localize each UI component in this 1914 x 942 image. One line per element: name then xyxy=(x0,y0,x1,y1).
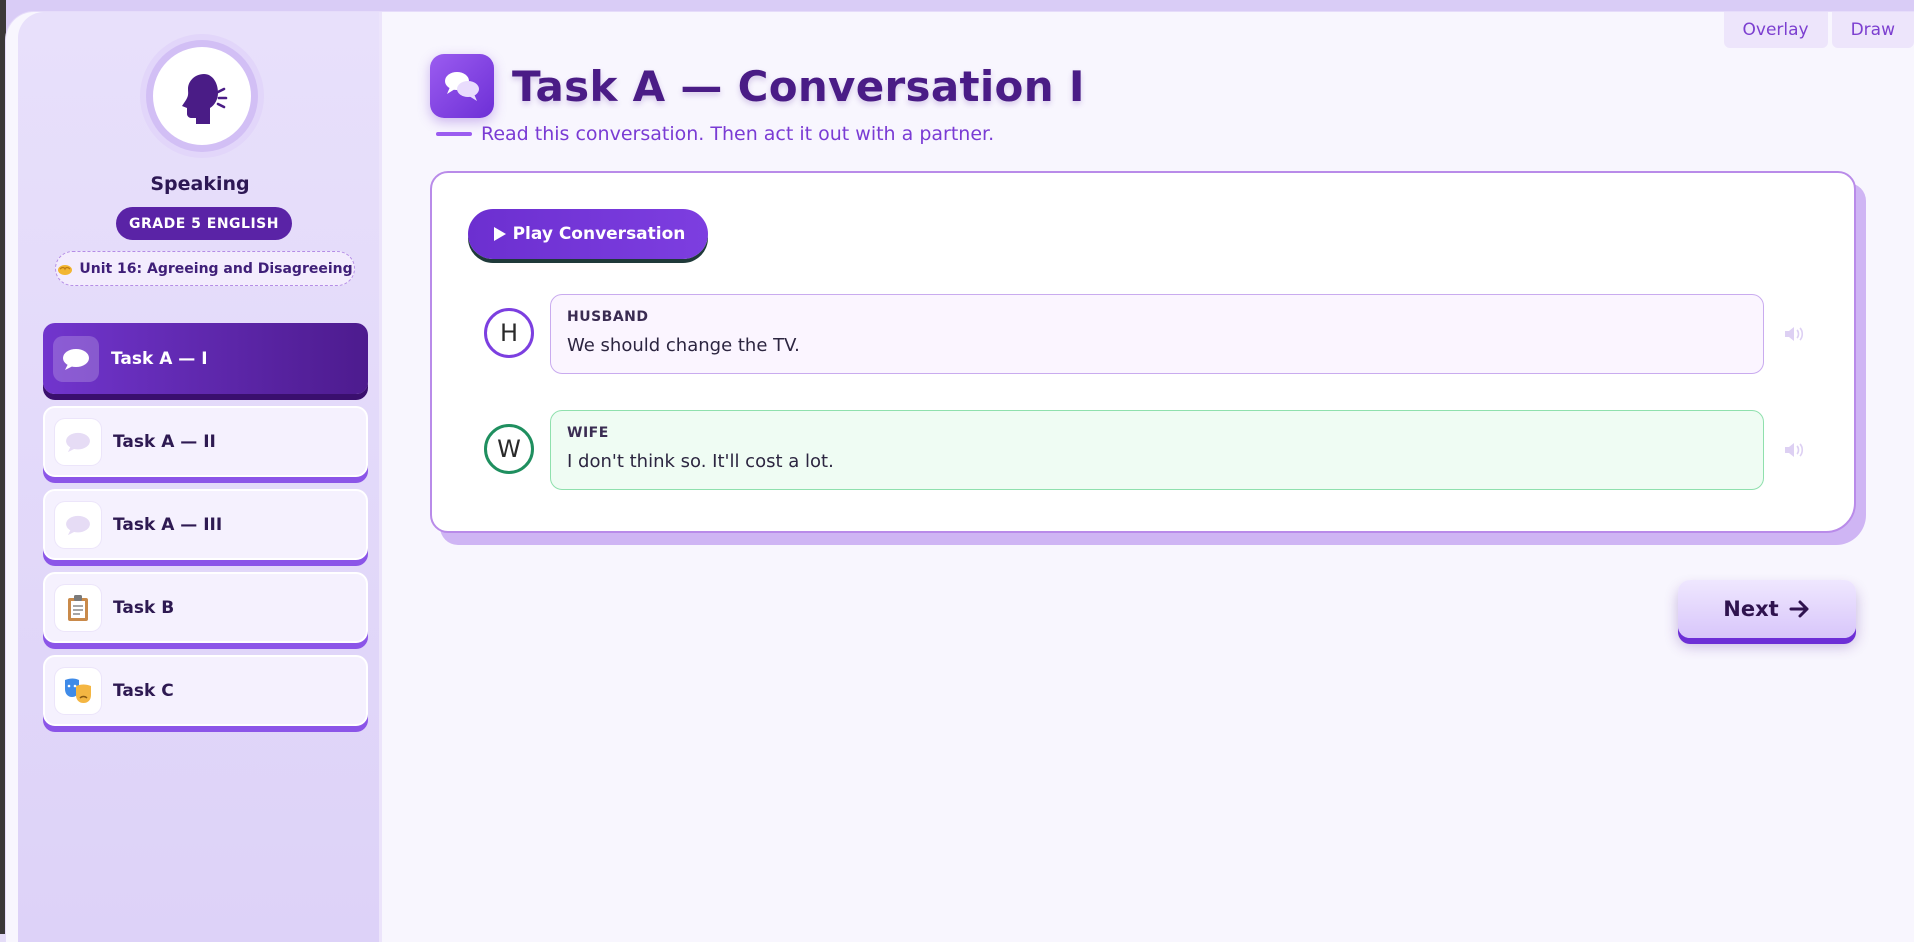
unit-badge: Unit 16: Agreeing and Disagreeing xyxy=(55,251,355,286)
speaker-audio-icon[interactable] xyxy=(1782,322,1806,346)
theater-masks-icon xyxy=(55,668,101,714)
app-frame: Overlay Draw Speaking GRADE 5 ENGLISH xyxy=(0,0,1914,934)
nav-item-task-a-iii[interactable]: Task A — III xyxy=(43,489,368,560)
nav-item-label: Task B xyxy=(113,598,174,618)
speech-bubble-icon xyxy=(53,336,99,382)
play-conversation-label: Play Conversation xyxy=(513,224,686,244)
speech-bubble-icon xyxy=(55,502,101,548)
sidebar: Speaking GRADE 5 ENGLISH Unit 16: Agreei… xyxy=(18,12,382,942)
clipboard-icon xyxy=(55,585,101,631)
nav-item-task-a-ii[interactable]: Task A — II xyxy=(43,406,368,477)
next-label: Next xyxy=(1723,597,1778,621)
speaker-name: WIFE xyxy=(567,425,1747,441)
app-window: Overlay Draw Speaking GRADE 5 ENGLISH xyxy=(6,12,1914,942)
subject-avatar xyxy=(146,40,258,152)
conversation-line: H HUSBAND We should change the TV. xyxy=(484,294,1836,374)
speaker-avatar: H xyxy=(484,308,534,358)
nav-item-task-a-i[interactable]: Task A — I xyxy=(43,323,368,394)
top-toolbar: Overlay Draw xyxy=(1724,12,1914,48)
nav-item-label: Task A — II xyxy=(113,432,216,452)
nav-item-label: Task C xyxy=(113,681,174,701)
conversation-card: Play Conversation H HUSBAND We should ch… xyxy=(430,171,1856,533)
arrow-right-icon xyxy=(1789,599,1811,619)
task-nav: Task A — I Task A — II Task A — III xyxy=(43,323,368,738)
dialogue-bubble: HUSBAND We should change the TV. xyxy=(550,294,1764,374)
speaker-avatar: W xyxy=(484,424,534,474)
conversation-line: W WIFE I don't think so. It'll cost a lo… xyxy=(484,410,1836,490)
page-title: Task A — Conversation I xyxy=(512,62,1085,111)
dialogue-text: We should change the TV. xyxy=(567,335,1747,356)
speaker-audio-icon[interactable] xyxy=(1782,438,1806,462)
draw-button[interactable]: Draw xyxy=(1832,12,1914,48)
unit-label: Unit 16: Agreeing and Disagreeing xyxy=(79,261,352,277)
nav-item-task-b[interactable]: Task B xyxy=(43,572,368,643)
dialogue-text: I don't think so. It'll cost a lot. xyxy=(567,451,1747,472)
nav-item-label: Task A — III xyxy=(113,515,222,535)
subtitle-accent xyxy=(436,132,472,136)
speech-bubble-icon xyxy=(55,419,101,465)
play-conversation-button[interactable]: Play Conversation xyxy=(468,209,708,259)
play-icon xyxy=(491,226,507,242)
speaking-head-icon xyxy=(174,68,230,124)
speaker-name: HUSBAND xyxy=(567,309,1747,325)
nav-item-label: Task A — I xyxy=(111,349,208,369)
next-button[interactable]: Next xyxy=(1678,580,1856,638)
handshake-icon xyxy=(57,261,73,277)
conversation-icon xyxy=(430,54,494,118)
subject-title: Speaking xyxy=(18,173,382,195)
dialogue-bubble: WIFE I don't think so. It'll cost a lot. xyxy=(550,410,1764,490)
nav-item-task-c[interactable]: Task C xyxy=(43,655,368,726)
overlay-button[interactable]: Overlay xyxy=(1724,12,1828,48)
page-subtitle: Read this conversation. Then act it out … xyxy=(481,123,994,145)
grade-badge: GRADE 5 ENGLISH xyxy=(116,207,292,240)
